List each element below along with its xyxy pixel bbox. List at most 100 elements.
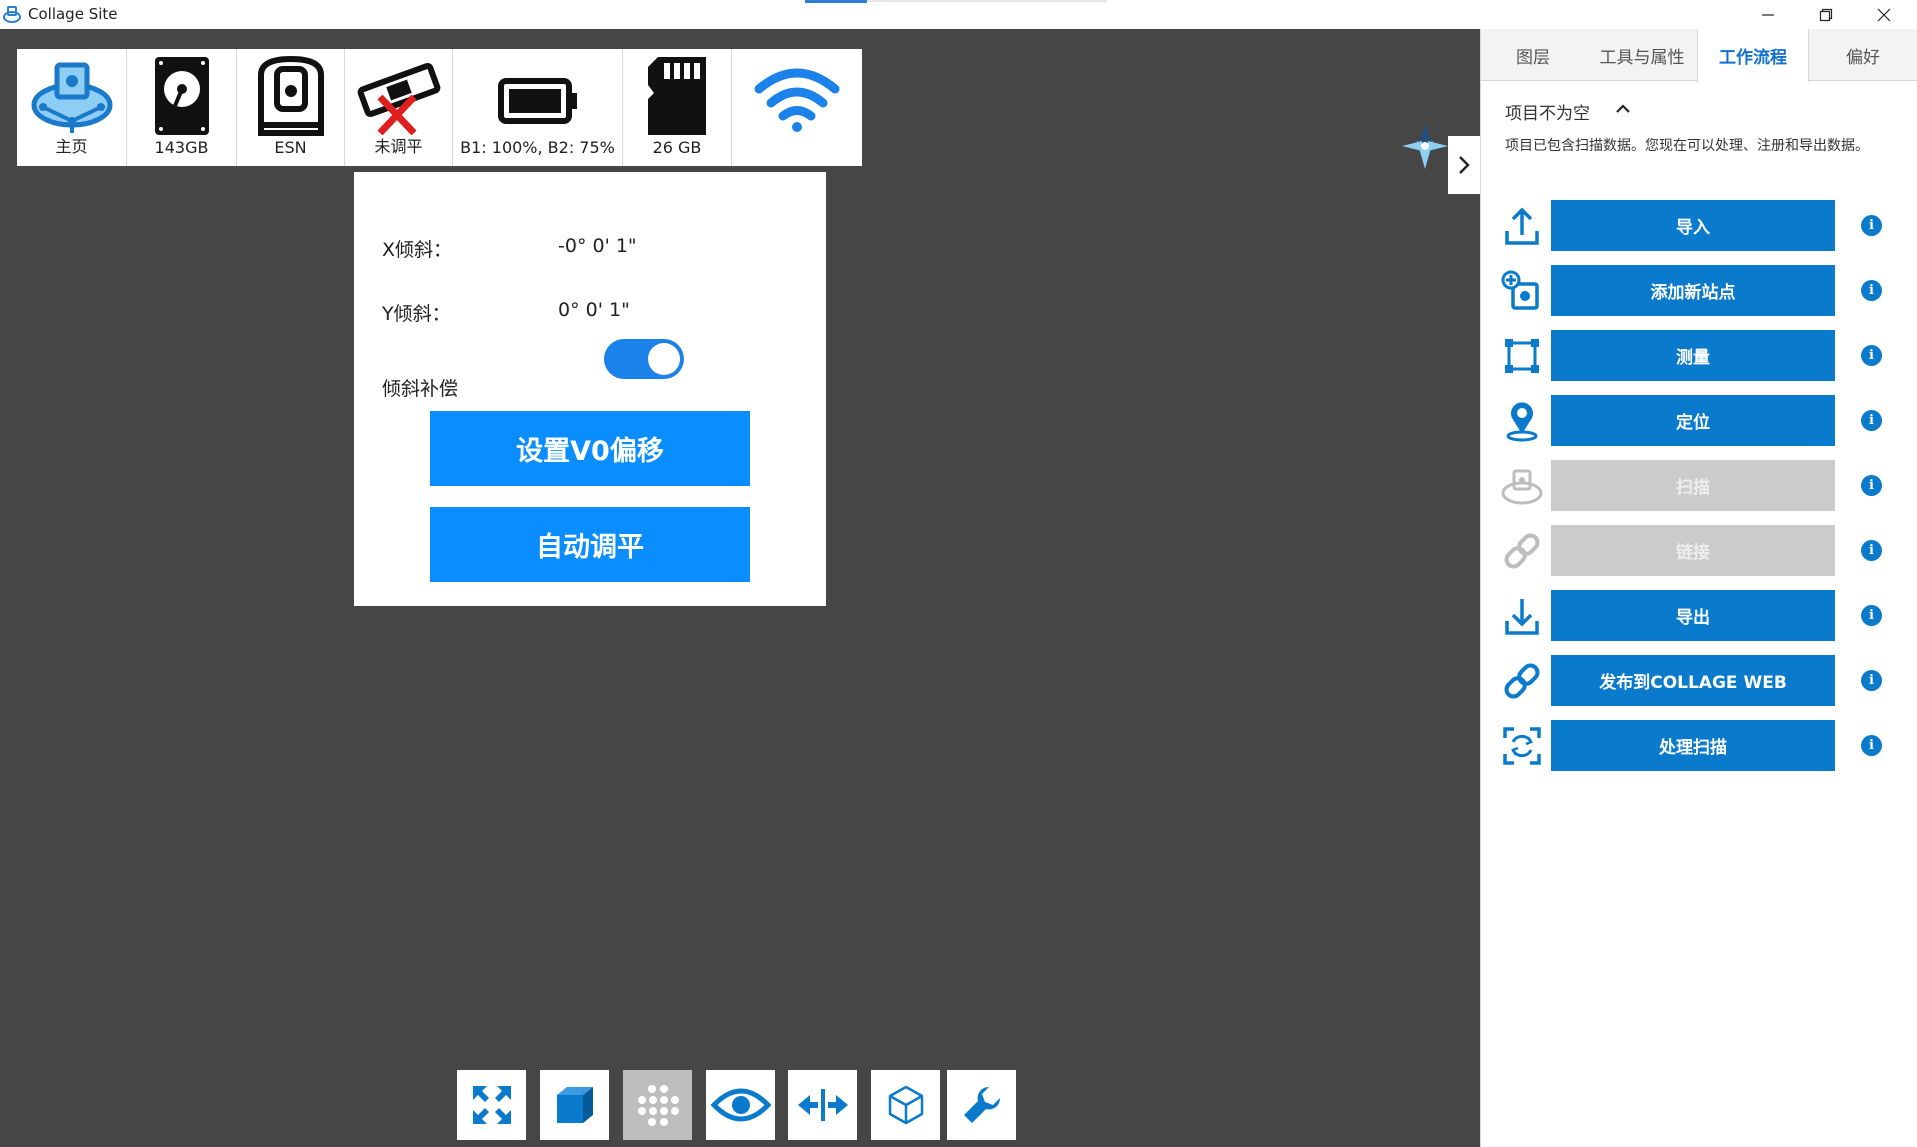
- battery-icon: [497, 78, 577, 124]
- hard-drive-icon: [154, 57, 209, 135]
- link-button[interactable]: 链接: [1551, 525, 1835, 576]
- process-scan-icon: [1503, 727, 1541, 765]
- title-accent-track: [867, 0, 1107, 2]
- add-station-icon: [1501, 270, 1539, 310]
- chevron-up-icon[interactable]: [1614, 100, 1632, 118]
- section-title: 项目不为空: [1505, 104, 1590, 124]
- window-title: Collage Site: [28, 5, 118, 23]
- leveling-panel: X倾斜： -0° 0' 1" Y倾斜： 0° 0' 1" 倾斜补偿 设置V0偏移…: [354, 172, 826, 606]
- add-new-station-button[interactable]: 添加新站点: [1551, 265, 1835, 316]
- x-tilt-label: X倾斜：: [382, 239, 453, 261]
- wifi-icon: [754, 68, 840, 132]
- y-tilt-label: Y倾斜：: [382, 303, 451, 325]
- workflow-row-export: 导出 i: [1481, 590, 1917, 641]
- scanner-icon: [1501, 469, 1543, 505]
- status-esn[interactable]: ESN: [237, 49, 345, 166]
- workflow-row-process-scan: 处理扫描 i: [1481, 720, 1917, 771]
- status-home[interactable]: 主页: [17, 49, 127, 166]
- info-icon[interactable]: i: [1861, 410, 1882, 431]
- download-icon: [1505, 599, 1539, 635]
- info-icon[interactable]: i: [1861, 605, 1882, 626]
- split-view-button[interactable]: [788, 1070, 857, 1140]
- toggle-knob: [648, 343, 680, 375]
- info-icon[interactable]: i: [1861, 540, 1882, 561]
- app-logo-icon: [3, 6, 21, 23]
- panel-expand-button[interactable]: [1448, 136, 1480, 194]
- wireframe-view-button[interactable]: [871, 1070, 940, 1140]
- tab-tools-properties[interactable]: 工具与属性: [1585, 29, 1699, 81]
- restore-button[interactable]: [1802, 0, 1850, 29]
- visibility-button[interactable]: [706, 1070, 775, 1140]
- set-v0-offset-button[interactable]: 设置V0偏移: [430, 411, 750, 486]
- fit-view-button[interactable]: [457, 1070, 526, 1140]
- publish-collage-web-button[interactable]: 发布到COLLAGE WEB: [1551, 655, 1835, 706]
- tab-workflow[interactable]: 工作流程: [1697, 29, 1809, 82]
- measure-button[interactable]: 测量: [1551, 330, 1835, 381]
- status-esn-label: ESN: [274, 138, 307, 157]
- sd-card-icon: [648, 57, 706, 135]
- x-tilt-value: -0° 0' 1": [558, 235, 637, 257]
- split-view-icon: [797, 1089, 848, 1121]
- compass-icon[interactable]: [1400, 121, 1450, 171]
- wire-cube-icon: [888, 1085, 923, 1125]
- tab-preferences[interactable]: 偏好: [1809, 29, 1917, 81]
- locate-button[interactable]: 定位: [1551, 395, 1835, 446]
- info-icon[interactable]: i: [1861, 280, 1882, 301]
- 3d-viewport[interactable]: 主页 143GB ESN 未调平 B1: 100%, B2: 75% 26 GB…: [0, 29, 1480, 1147]
- scan-button[interactable]: 扫描: [1551, 460, 1835, 511]
- eye-icon: [710, 1088, 771, 1122]
- workflow-row-locate: 定位 i: [1481, 395, 1917, 446]
- process-scan-button[interactable]: 处理扫描: [1551, 720, 1835, 771]
- wrench-icon: [963, 1086, 1000, 1123]
- info-icon[interactable]: i: [1861, 215, 1882, 236]
- level-not-leveled-icon: [357, 62, 440, 136]
- minimize-button[interactable]: [1744, 0, 1792, 29]
- chevron-right-icon: [1459, 156, 1470, 174]
- scanner-status-strip: 主页 143GB ESN 未调平 B1: 100%, B2: 75% 26 GB: [17, 49, 862, 166]
- info-icon[interactable]: i: [1861, 735, 1882, 756]
- restore-icon: [1819, 8, 1833, 21]
- tab-layers[interactable]: 图层: [1481, 29, 1585, 81]
- workflow-side-panel: 图层 工具与属性 工作流程 偏好 项目不为空 项目已包含扫描数据。您现在可以处理…: [1481, 29, 1917, 1147]
- auto-level-button[interactable]: 自动调平: [430, 507, 750, 582]
- status-wifi[interactable]: [732, 49, 862, 166]
- fit-view-icon: [472, 1086, 511, 1124]
- title-bar: Collage Site: [0, 0, 1917, 29]
- info-icon[interactable]: i: [1861, 475, 1882, 496]
- section-description: 项目已包含扫描数据。您现在可以处理、注册和导出数据。: [1505, 138, 1869, 154]
- status-home-label: 主页: [55, 137, 88, 156]
- import-button[interactable]: 导入: [1551, 200, 1835, 251]
- status-battery[interactable]: B1: 100%, B2: 75%: [453, 49, 623, 166]
- tilt-compensation-toggle[interactable]: [604, 339, 684, 379]
- status-battery-label: B1: 100%, B2: 75%: [460, 138, 615, 157]
- workflow-row-import: 导入 i: [1481, 200, 1917, 251]
- publish-link-icon: [1504, 663, 1540, 699]
- workflow-row-measure: 测量 i: [1481, 330, 1917, 381]
- solid-view-button[interactable]: [540, 1070, 609, 1140]
- side-panel-tabs: 图层 工具与属性 工作流程 偏好: [1481, 29, 1917, 82]
- status-level[interactable]: 未调平: [345, 49, 453, 166]
- status-storage[interactable]: 143GB: [127, 49, 237, 166]
- title-accent-bar: [805, 0, 867, 3]
- status-storage-label: 143GB: [154, 138, 209, 157]
- workflow-row-add-station: 添加新站点 i: [1481, 265, 1917, 316]
- solid-cube-icon: [556, 1087, 593, 1123]
- status-sd-card[interactable]: 26 GB: [623, 49, 732, 166]
- close-icon: [1877, 8, 1891, 21]
- workflow-row-scan: 扫描 i: [1481, 460, 1917, 511]
- info-icon[interactable]: i: [1861, 670, 1882, 691]
- esn-scanner-icon: [257, 55, 324, 136]
- y-tilt-value: 0° 0' 1": [558, 299, 630, 321]
- close-button[interactable]: [1860, 0, 1908, 29]
- measure-icon: [1505, 339, 1539, 373]
- minimize-icon: [1762, 13, 1774, 16]
- home-scanner-icon: [31, 62, 112, 133]
- link-icon: [1504, 533, 1540, 569]
- workflow-row-link: 链接 i: [1481, 525, 1917, 576]
- status-sd-card-label: 26 GB: [652, 138, 702, 157]
- tools-button[interactable]: [947, 1070, 1016, 1140]
- info-icon[interactable]: i: [1861, 345, 1882, 366]
- export-button[interactable]: 导出: [1551, 590, 1835, 641]
- point-cloud-view-button[interactable]: [623, 1070, 692, 1140]
- location-pin-icon: [1506, 402, 1538, 442]
